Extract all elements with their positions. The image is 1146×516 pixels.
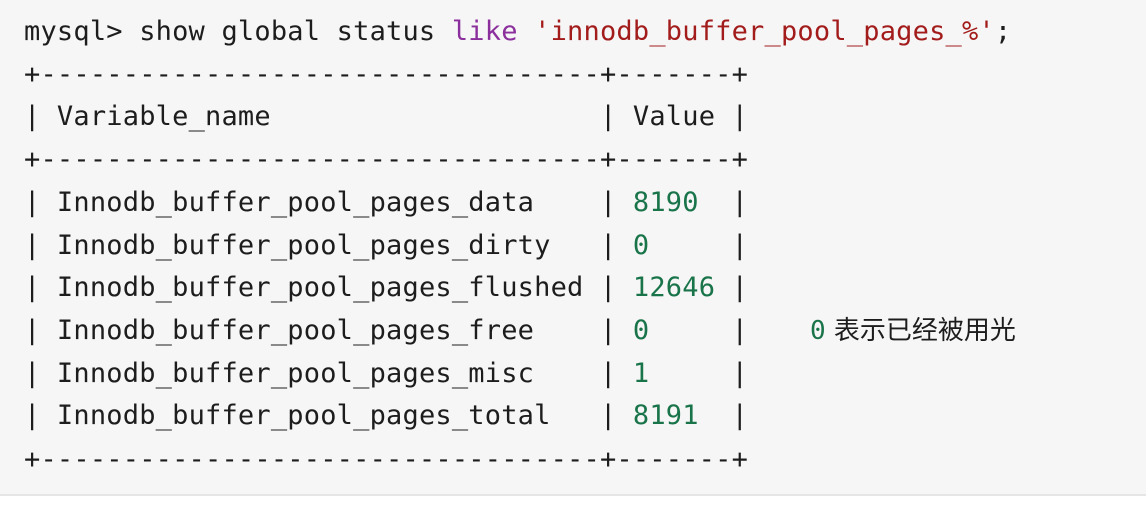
row-variable-name: Innodb_buffer_pool_pages_flushed bbox=[56, 272, 584, 303]
annotation-zero: 0 bbox=[810, 316, 826, 346]
table-row: | Innodb_buffer_pool_pages_total | 8191 … bbox=[24, 398, 748, 434]
header-lead: | bbox=[24, 101, 57, 132]
row-value: 8190 bbox=[632, 187, 699, 218]
sql-command-line: mysql> show global status like 'innodb_b… bbox=[24, 14, 1011, 50]
row-sep: | bbox=[599, 272, 633, 303]
row-variable-name: Innodb_buffer_pool_pages_free bbox=[56, 315, 535, 346]
table-border-top: +----------------------------------+----… bbox=[24, 59, 749, 90]
column-header-value: Value bbox=[632, 101, 716, 132]
sql-prompt-text: mysql> show global status bbox=[24, 16, 452, 47]
sql-terminator: ; bbox=[994, 16, 1012, 47]
table-row: | Innodb_buffer_pool_pages_free | 0 | bbox=[24, 313, 748, 349]
row-sep: | bbox=[599, 187, 633, 218]
sql-keyword-like: like bbox=[451, 16, 518, 47]
header-sep: | bbox=[599, 101, 633, 132]
row-tail: | bbox=[649, 358, 749, 389]
header-name-pad bbox=[271, 101, 600, 132]
row-variable-name: Innodb_buffer_pool_pages_misc bbox=[56, 358, 535, 389]
row-pad bbox=[534, 358, 600, 389]
row-lead: | bbox=[24, 315, 57, 346]
row-sep: | bbox=[599, 230, 633, 261]
table-border-header: +----------------------------------+----… bbox=[24, 144, 749, 175]
row-variable-name: Innodb_buffer_pool_pages_total bbox=[56, 400, 551, 431]
row-value: 0 bbox=[632, 230, 650, 261]
table-row: | Innodb_buffer_pool_pages_dirty | 0 | bbox=[24, 228, 748, 264]
row-variable-name: Innodb_buffer_pool_pages_data bbox=[56, 187, 535, 218]
row-lead: | bbox=[24, 358, 57, 389]
row-pad bbox=[551, 230, 600, 261]
table-row: | Innodb_buffer_pool_pages_misc | 1 | bbox=[24, 356, 748, 392]
row-tail: | bbox=[649, 315, 749, 346]
row-lead: | bbox=[24, 272, 57, 303]
row-pad bbox=[551, 400, 600, 431]
row-value: 0 bbox=[632, 315, 650, 346]
code-block: mysql> show global status like 'innodb_b… bbox=[0, 0, 1146, 496]
sql-space bbox=[518, 16, 534, 47]
table-row: | Innodb_buffer_pool_pages_data | 8190 | bbox=[24, 185, 748, 221]
row-pad bbox=[534, 315, 600, 346]
row-lead: | bbox=[24, 400, 57, 431]
row-pad bbox=[584, 272, 600, 303]
row-value: 1 bbox=[632, 358, 650, 389]
header-tail: | bbox=[715, 101, 749, 132]
row-sep: | bbox=[599, 400, 633, 431]
row-value: 12646 bbox=[632, 272, 716, 303]
row-sep: | bbox=[599, 315, 633, 346]
row-tail: | bbox=[698, 187, 749, 218]
annotation-text: 表示已经被用光 bbox=[825, 316, 1016, 346]
row-value: 8191 bbox=[632, 400, 699, 431]
table-header-row: | Variable_name | Value | bbox=[24, 99, 748, 135]
row-sep: | bbox=[599, 358, 633, 389]
table-row: | Innodb_buffer_pool_pages_flushed | 126… bbox=[24, 270, 748, 306]
column-header-variable-name: Variable_name bbox=[56, 101, 271, 132]
row-lead: | bbox=[24, 187, 57, 218]
row-tail: | bbox=[649, 230, 749, 261]
table-border-bottom: +----------------------------------+----… bbox=[24, 444, 749, 475]
row-tail: | bbox=[698, 400, 749, 431]
row-lead: | bbox=[24, 230, 57, 261]
row-pad bbox=[534, 187, 600, 218]
sql-pattern-string: 'innodb_buffer_pool_pages_%' bbox=[534, 16, 995, 47]
row-tail: | bbox=[715, 272, 749, 303]
row-variable-name: Innodb_buffer_pool_pages_dirty bbox=[56, 230, 551, 261]
annotation-comment: 0 表示已经被用光 bbox=[810, 313, 1016, 349]
